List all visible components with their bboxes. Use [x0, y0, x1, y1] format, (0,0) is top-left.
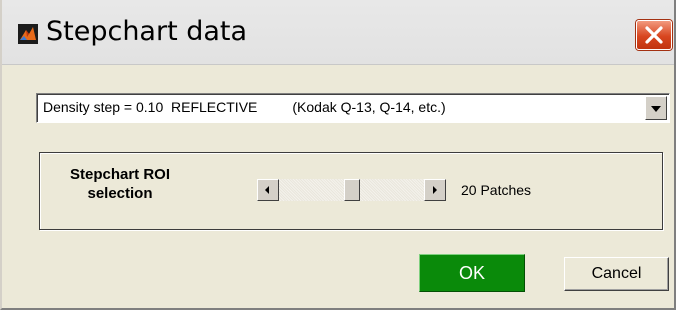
slider-thumb[interactable] — [344, 179, 360, 201]
ok-button[interactable]: OK — [419, 254, 525, 292]
title-bar[interactable]: Stepchart data — [2, 0, 674, 65]
slider-left-button[interactable] — [257, 179, 279, 201]
cancel-button[interactable]: Cancel — [564, 257, 669, 291]
dropdown-arrow-button[interactable] — [645, 96, 667, 120]
slider-right-button[interactable] — [424, 179, 446, 201]
arrow-right-icon — [433, 186, 437, 194]
window-title: Stepchart data — [46, 16, 248, 47]
slider-track[interactable] — [279, 179, 424, 201]
stepchart-dialog: Stepchart data Density step = 0.10 REFLE… — [0, 0, 676, 310]
close-icon — [645, 26, 663, 44]
patches-count-label: 20 Patches — [461, 182, 532, 198]
arrow-left-icon — [265, 186, 269, 194]
patches-slider[interactable] — [257, 179, 446, 201]
dropdown-selected-value: Density step = 0.10 REFLECTIVE (Kodak Q-… — [43, 99, 446, 115]
chevron-down-icon — [651, 106, 661, 112]
density-step-dropdown[interactable]: Density step = 0.10 REFLECTIVE (Kodak Q-… — [36, 93, 670, 123]
roi-label: Stepchart ROI selection — [60, 165, 180, 203]
close-button[interactable] — [636, 20, 672, 50]
roi-selection-panel: Stepchart ROI selection 20 Patches — [39, 152, 663, 230]
matlab-icon — [18, 24, 38, 44]
roi-label-line2: selection — [87, 185, 153, 202]
roi-label-line1: Stepchart ROI — [69, 166, 171, 183]
